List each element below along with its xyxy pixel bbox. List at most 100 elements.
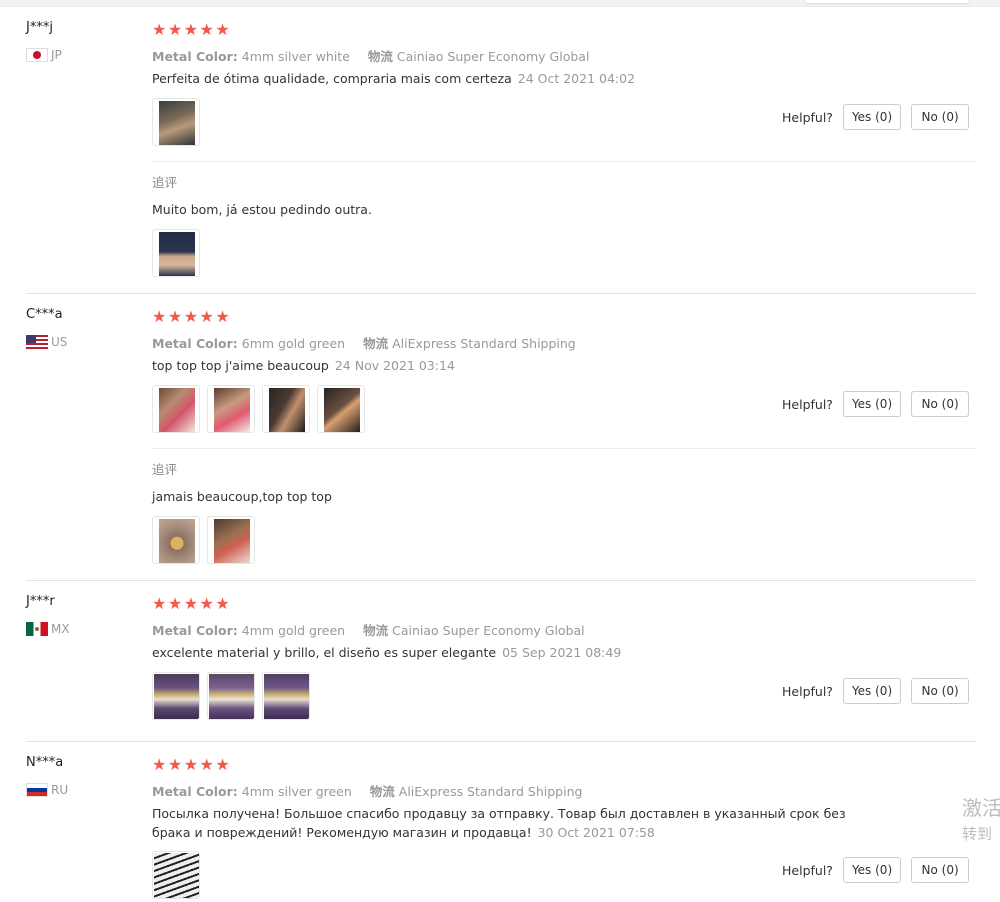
reviewer-name: N***a: [26, 755, 64, 770]
helpful-no-button[interactable]: No (0): [911, 857, 970, 883]
followup-divider: [152, 161, 977, 162]
review-photo-thumbnail[interactable]: [152, 672, 200, 720]
mexico-flag-icon: [26, 622, 48, 636]
helpful-no-button[interactable]: No (0): [911, 104, 970, 130]
star-rating: ★ ★ ★ ★ ★: [152, 757, 231, 773]
review-text: excelente material y brillo, el diseño e…: [152, 643, 912, 662]
metal-color-value: 4mm silver white: [241, 49, 350, 64]
review-photo-thumbnail[interactable]: [152, 385, 200, 433]
review-photos: [152, 672, 317, 720]
review-date: 30 Oct 2021 07:58: [537, 825, 655, 840]
helpful-vote: Helpful? Yes (0) No (0): [782, 857, 979, 883]
review-body: Посылка получена! Большое спасибо продав…: [152, 806, 846, 840]
review-date: 05 Sep 2021 08:49: [502, 645, 622, 660]
review-photos: [152, 385, 372, 433]
activation-watermark: 激活 转到: [962, 795, 1000, 847]
shipping-value: AliExpress Standard Shipping: [398, 784, 583, 799]
russia-flag-icon: [26, 783, 48, 797]
watermark-line-2: 转到: [962, 825, 993, 843]
country-code: JP: [51, 48, 62, 62]
review-photo-thumbnail[interactable]: [262, 672, 310, 720]
review-separator: [26, 293, 977, 294]
metal-color-value: 4mm gold green: [241, 623, 346, 638]
shipping-value: Cainiao Super Economy Global: [396, 49, 590, 64]
review-separator: [26, 741, 977, 742]
review-photos: [152, 851, 207, 899]
helpful-label: Helpful?: [782, 109, 833, 125]
review-text: Посылка получена! Большое спасибо продав…: [152, 804, 882, 842]
followup-divider: [152, 448, 977, 449]
review-date: 24 Oct 2021 04:02: [517, 71, 636, 86]
star-icon: ★: [199, 307, 214, 326]
star-icon: ★: [215, 594, 230, 613]
review-photo-thumbnail[interactable]: [152, 851, 200, 899]
review-attributes: Metal Color: 4mm silver white 物流 Cainiao…: [152, 46, 603, 65]
helpful-no-button[interactable]: No (0): [911, 678, 970, 704]
star-icon: ★: [183, 20, 199, 39]
star-rating: ★ ★ ★ ★ ★: [152, 309, 231, 325]
review-attributes: Metal Color: 4mm silver green 物流 AliExpr…: [152, 781, 596, 800]
star-icon: ★: [152, 20, 167, 39]
reviewer-name: J***r: [26, 594, 55, 609]
review-photo-thumbnail[interactable]: [152, 98, 200, 146]
metal-color-key: Metal Color:: [152, 623, 238, 638]
star-icon: ★: [183, 307, 199, 326]
reviewer-country: US: [26, 335, 67, 349]
reviewer-country: RU: [26, 783, 68, 797]
helpful-no-button[interactable]: No (0): [911, 391, 970, 417]
shipping-key: 物流: [363, 336, 389, 351]
review-photo-thumbnail[interactable]: [207, 385, 255, 433]
shipping-key: 物流: [367, 49, 393, 64]
star-icon: ★: [183, 755, 199, 774]
watermark-line-1: 激活: [962, 796, 1000, 820]
japan-flag-icon: [26, 48, 48, 62]
helpful-yes-button[interactable]: Yes (0): [842, 857, 902, 883]
star-icon: ★: [167, 755, 183, 774]
followup-text: Muito bom, já estou pedindo outra.: [152, 202, 372, 217]
review-photo-thumbnail[interactable]: [317, 385, 365, 433]
followup-label: 追评: [152, 175, 178, 190]
helpful-yes-button[interactable]: Yes (0): [842, 678, 902, 704]
followup-label: 追评: [152, 462, 178, 477]
followup-photo-thumbnail[interactable]: [152, 229, 200, 277]
helpful-yes-button[interactable]: Yes (0): [842, 391, 902, 417]
followup-photo-thumbnail[interactable]: [152, 516, 200, 564]
star-icon: ★: [199, 594, 214, 613]
star-icon: ★: [152, 755, 167, 774]
metal-color-value: 4mm silver green: [241, 784, 352, 799]
review-body: top top top j'aime beaucoup: [152, 358, 329, 373]
top-toolbar-strip: [0, 0, 1000, 7]
review-separator: [26, 580, 977, 581]
review-date: 24 Nov 2021 03:14: [334, 358, 455, 373]
metal-color-key: Metal Color:: [152, 784, 238, 799]
star-icon: ★: [167, 20, 183, 39]
star-icon: ★: [215, 20, 230, 39]
sort-dropdown[interactable]: [804, 0, 970, 4]
star-icon: ★: [199, 755, 214, 774]
helpful-vote: Helpful? Yes (0) No (0): [782, 678, 979, 704]
helpful-yes-button[interactable]: Yes (0): [842, 104, 902, 130]
star-icon: ★: [183, 594, 199, 613]
review-text: top top top j'aime beaucoup 24 Nov 2021 0…: [152, 356, 912, 375]
followup-text: jamais beaucoup,top top top: [152, 489, 332, 504]
followup-photo-thumbnail[interactable]: [207, 516, 255, 564]
star-icon: ★: [199, 20, 214, 39]
helpful-label: Helpful?: [782, 862, 833, 878]
reviewer-name: C***a: [26, 307, 63, 322]
star-icon: ★: [152, 307, 167, 326]
review-attributes: Metal Color: 4mm gold green 物流 Cainiao S…: [152, 620, 599, 639]
country-code: RU: [51, 783, 69, 797]
shipping-key: 物流: [363, 623, 389, 638]
reviewer-name: J***j: [26, 20, 53, 35]
review-photo-thumbnail[interactable]: [207, 672, 255, 720]
metal-color-value: 6mm gold green: [241, 336, 346, 351]
followup-photos: [152, 516, 262, 564]
review-photo-thumbnail[interactable]: [262, 385, 310, 433]
star-rating: ★ ★ ★ ★ ★: [152, 596, 231, 612]
review-text: Perfeita de ótima qualidade, compraria m…: [152, 69, 912, 88]
country-code: MX: [51, 622, 70, 636]
helpful-vote: Helpful? Yes (0) No (0): [782, 391, 979, 417]
usa-flag-icon: [26, 335, 48, 349]
metal-color-key: Metal Color:: [152, 336, 238, 351]
helpful-label: Helpful?: [782, 683, 833, 699]
